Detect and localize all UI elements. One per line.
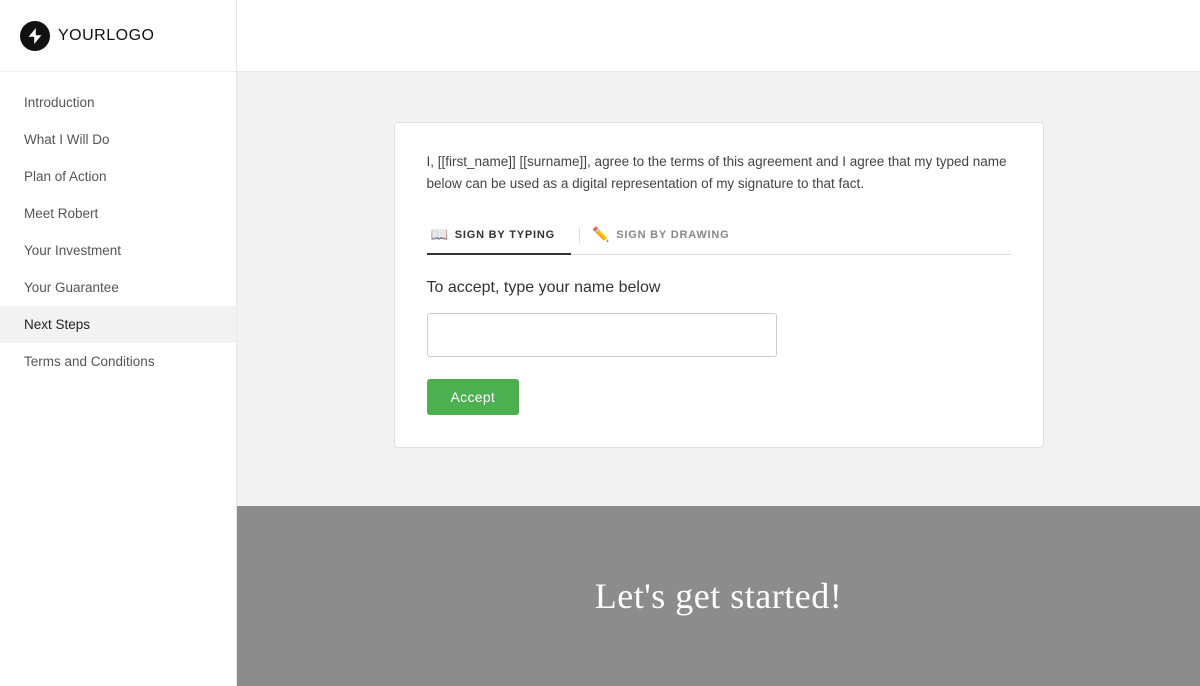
accept-button[interactable]: Accept: [427, 379, 520, 415]
main-content: I, [[first_name]] [[surname]], agree to …: [237, 0, 1200, 686]
sidebar: YOURLOGO Introduction What I Will Do Pla…: [0, 0, 237, 686]
sign-tabs: 📖 SIGN BY TYPING ✏️ SIGN BY DRAWING: [427, 216, 1011, 255]
agreement-text: I, [[first_name]] [[surname]], agree to …: [427, 151, 1011, 194]
logo-text: YOURLOGO: [58, 27, 154, 45]
content-area: I, [[first_name]] [[surname]], agree to …: [237, 72, 1200, 506]
tab-sign-by-drawing[interactable]: ✏️ SIGN BY DRAWING: [588, 216, 746, 255]
bottom-banner: Let's get started!: [237, 506, 1200, 686]
sidebar-item-your-investment[interactable]: Your Investment: [0, 232, 236, 269]
top-strip: [237, 0, 1200, 72]
sidebar-item-plan-of-action[interactable]: Plan of Action: [0, 158, 236, 195]
sidebar-item-meet-robert[interactable]: Meet Robert: [0, 195, 236, 232]
pencil-icon: ✏️: [592, 226, 610, 243]
sidebar-item-introduction[interactable]: Introduction: [0, 84, 236, 121]
sidebar-item-what-i-will-do[interactable]: What I Will Do: [0, 121, 236, 158]
signature-card: I, [[first_name]] [[surname]], agree to …: [394, 122, 1044, 448]
sidebar-item-your-guarantee[interactable]: Your Guarantee: [0, 269, 236, 306]
name-input[interactable]: [427, 313, 777, 357]
logo-area: YOURLOGO: [0, 0, 236, 72]
tab-divider: [579, 227, 580, 243]
type-label: To accept, type your name below: [427, 279, 1011, 297]
banner-text: Let's get started!: [595, 575, 842, 617]
sidebar-item-next-steps[interactable]: Next Steps: [0, 306, 236, 343]
nav-list: Introduction What I Will Do Plan of Acti…: [0, 72, 236, 686]
sidebar-item-terms-and-conditions[interactable]: Terms and Conditions: [0, 343, 236, 380]
tab-sign-by-typing[interactable]: 📖 SIGN BY TYPING: [427, 216, 571, 255]
lightning-bolt-icon: [20, 21, 50, 51]
book-icon: 📖: [431, 226, 449, 243]
